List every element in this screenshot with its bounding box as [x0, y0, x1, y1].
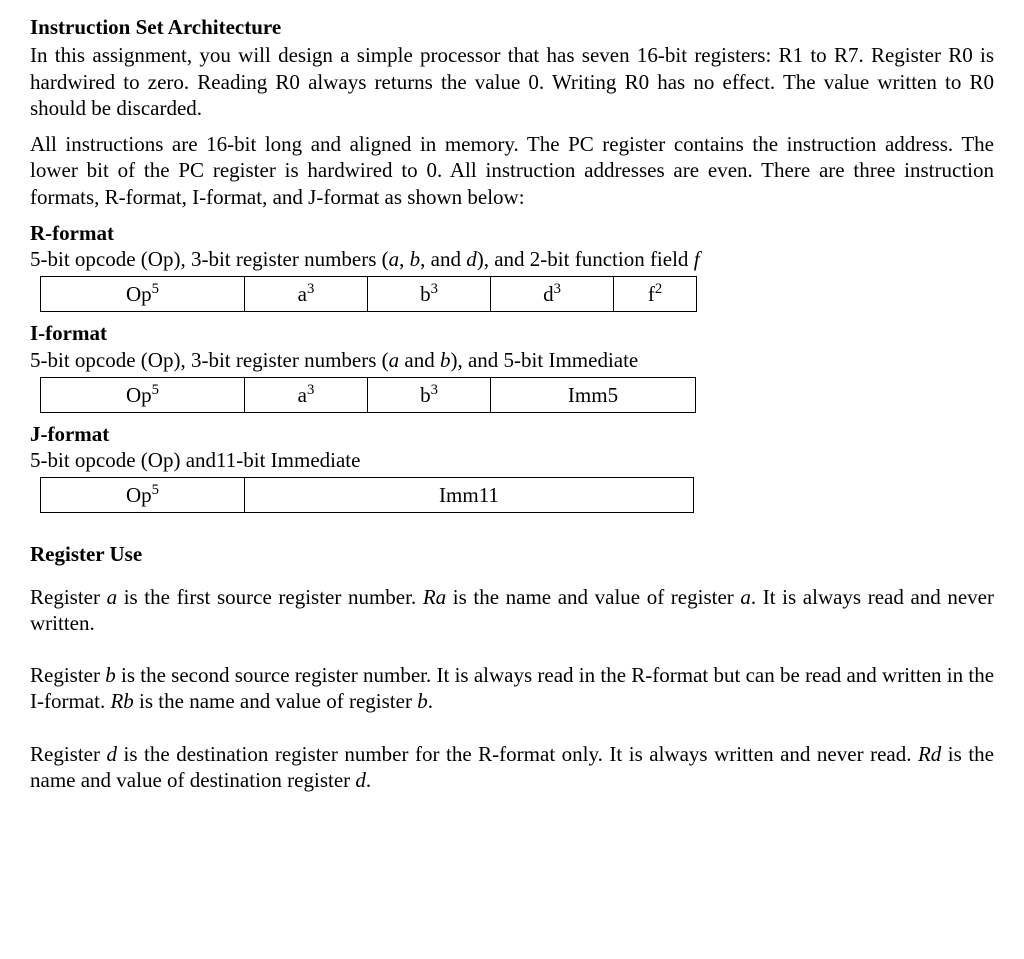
cell-imm5: Imm5: [491, 377, 696, 412]
text: is the name and value of register: [134, 689, 417, 713]
var-d: d: [107, 742, 118, 766]
cell-op: Op5: [41, 377, 245, 412]
exp: 3: [431, 382, 438, 398]
var-ra: Ra: [423, 585, 446, 609]
var-a: a: [389, 247, 400, 271]
j-format-heading: J-format: [30, 421, 994, 447]
intro-paragraph-2: All instructions are 16-bit long and ali…: [30, 131, 994, 210]
label: f: [648, 282, 655, 306]
text: Register: [30, 663, 105, 687]
text: ), and 2-bit function field: [477, 247, 694, 271]
r-format-description: 5-bit opcode (Op), 3-bit register number…: [30, 246, 994, 272]
i-format-description: 5-bit opcode (Op), 3-bit register number…: [30, 347, 994, 373]
var-d: d: [466, 247, 477, 271]
label: Op: [126, 383, 152, 407]
var-b: b: [410, 247, 421, 271]
i-format-heading: I-format: [30, 320, 994, 346]
cell-b: b3: [368, 377, 491, 412]
register-use-p3: Register d is the destination register n…: [30, 741, 994, 794]
exp: 3: [554, 281, 561, 297]
r-format-table: Op5 a3 b3 d3 f2: [40, 276, 697, 312]
text: Register: [30, 742, 107, 766]
var-a: a: [107, 585, 118, 609]
text: .: [428, 689, 433, 713]
table-row: Op5 Imm11: [41, 478, 694, 513]
cell-a: a3: [245, 277, 368, 312]
var-b: b: [417, 689, 428, 713]
label: Op: [126, 282, 152, 306]
exp: 3: [307, 281, 314, 297]
exp: 5: [152, 482, 159, 498]
register-use-p2: Register b is the second source register…: [30, 662, 994, 715]
j-format-description: 5-bit opcode (Op) and11-bit Immediate: [30, 447, 994, 473]
exp: 5: [152, 382, 159, 398]
text: and: [399, 348, 440, 372]
cell-op: Op5: [41, 277, 245, 312]
label: Imm5: [568, 383, 618, 407]
text: 5-bit opcode (Op), 3-bit register number…: [30, 247, 389, 271]
text: .: [366, 768, 371, 792]
cell-b: b3: [368, 277, 491, 312]
cell-op: Op5: [41, 478, 245, 513]
text: 5-bit opcode (Op), 3-bit register number…: [30, 348, 389, 372]
text: , and: [420, 247, 466, 271]
exp: 2: [655, 281, 662, 297]
r-format-heading: R-format: [30, 220, 994, 246]
exp: 3: [307, 382, 314, 398]
text: ), and 5-bit Immediate: [450, 348, 638, 372]
text: is the first source register number.: [117, 585, 423, 609]
register-use-p1: Register a is the first source register …: [30, 584, 994, 637]
table-row: Op5 a3 b3 d3 f2: [41, 277, 697, 312]
var-a: a: [389, 348, 400, 372]
label: a: [298, 383, 307, 407]
var-d: d: [355, 768, 366, 792]
var-b: b: [105, 663, 116, 687]
var-rb: Rb: [110, 689, 133, 713]
var-rd: Rd: [918, 742, 941, 766]
var-f: f: [694, 247, 700, 271]
register-use-heading: Register Use: [30, 541, 994, 567]
label: b: [420, 383, 431, 407]
var-a: a: [740, 585, 751, 609]
i-format-table: Op5 a3 b3 Imm5: [40, 377, 696, 413]
j-format-table: Op5 Imm11: [40, 477, 694, 513]
text: Register: [30, 585, 107, 609]
label: d: [543, 282, 554, 306]
text: is the name and value of register: [446, 585, 740, 609]
var-b: b: [440, 348, 451, 372]
text: ,: [399, 247, 410, 271]
label: a: [298, 282, 307, 306]
exp: 5: [152, 281, 159, 297]
cell-a: a3: [245, 377, 368, 412]
table-row: Op5 a3 b3 Imm5: [41, 377, 696, 412]
label: b: [420, 282, 431, 306]
cell-imm11: Imm11: [245, 478, 694, 513]
cell-d: d3: [491, 277, 614, 312]
intro-paragraph-1: In this assignment, you will design a si…: [30, 42, 994, 121]
label: Op: [126, 483, 152, 507]
text: is the destination register number for t…: [117, 742, 918, 766]
label: Imm11: [439, 483, 499, 507]
exp: 3: [431, 281, 438, 297]
cell-f: f2: [614, 277, 697, 312]
page-title: Instruction Set Architecture: [30, 14, 994, 40]
